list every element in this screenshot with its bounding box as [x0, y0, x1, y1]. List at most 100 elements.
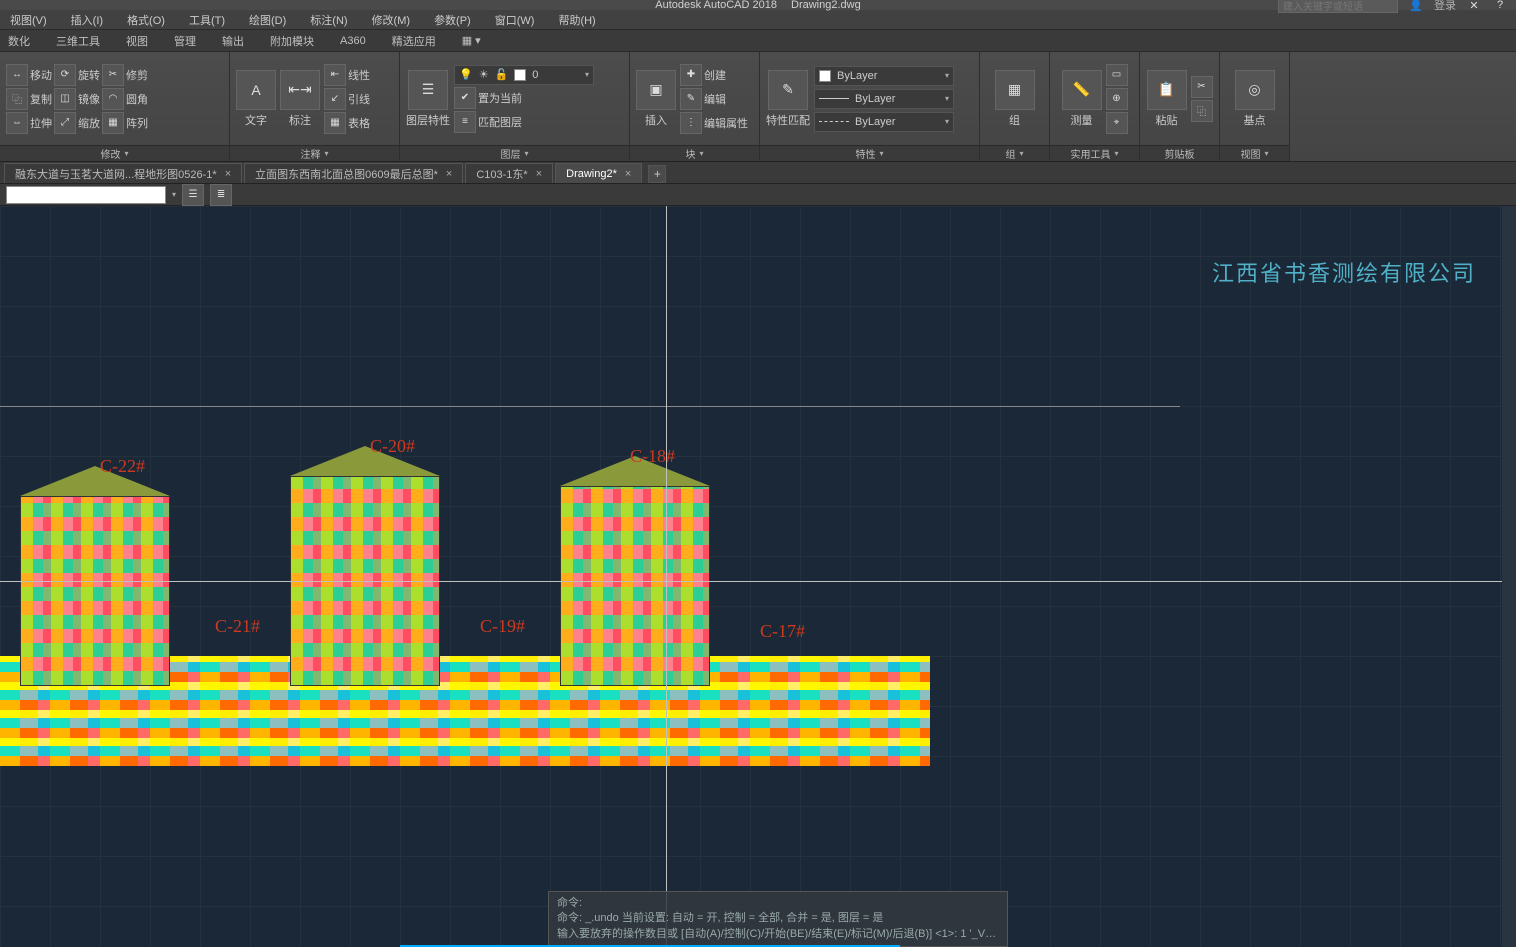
doc-tab-1-label: 立面图东西南北面总图0609最后总图* [255, 166, 438, 182]
menu-insert[interactable]: 插入(I) [65, 10, 109, 30]
close-icon[interactable]: × [625, 168, 631, 180]
vertical-scrollbar[interactable] [1502, 206, 1516, 947]
matchprops-icon[interactable]: ✎ [768, 70, 808, 110]
app-name: Autodesk AutoCAD 2018 [655, 0, 777, 11]
guide-line [0, 406, 1180, 407]
move-icon[interactable]: ↔ [6, 64, 28, 86]
menu-dimension[interactable]: 标注(N) [304, 10, 353, 30]
setcurrent-icon[interactable]: ✔ [454, 87, 476, 109]
chevron-down-icon[interactable]: ▾ [1264, 149, 1268, 158]
menu-tools[interactable]: 工具(T) [183, 10, 231, 30]
paste-icon[interactable]: 📋 [1147, 70, 1187, 110]
menu-draw[interactable]: 绘图(D) [243, 10, 292, 30]
linetype-dropdown[interactable]: ByLayer▾ [814, 112, 954, 132]
menu-window[interactable]: 窗口(W) [489, 10, 541, 30]
blockedit-icon[interactable]: ✎ [680, 88, 702, 110]
new-tab-button[interactable]: + [648, 165, 666, 183]
menu-view[interactable]: 视图(V) [4, 10, 53, 30]
blockattr-label: 编辑属性 [704, 115, 748, 131]
layer-dropdown[interactable]: 💡 ☀ 🔓 0 ▾ [454, 65, 594, 85]
chevron-down-icon[interactable]: ▾ [1114, 149, 1118, 158]
text-icon[interactable]: A [236, 70, 276, 110]
chevron-down-icon[interactable]: ▾ [1019, 149, 1023, 158]
mirror-icon[interactable]: ◫ [54, 88, 76, 110]
ribbon-tab-7[interactable]: 精选应用 [388, 31, 440, 51]
chevron-down-icon[interactable]: ▾ [524, 149, 528, 158]
copy-icon[interactable]: ⿻ [6, 88, 28, 110]
ribbon-tab-1[interactable]: 三维工具 [52, 31, 104, 51]
leader-icon[interactable]: ↙ [324, 88, 346, 110]
basepoint-icon[interactable]: ◎ [1235, 70, 1275, 110]
ribbon-tab-apps-icon[interactable]: ▦ ▾ [458, 32, 485, 49]
lineweight-dropdown[interactable]: ByLayer▾ [814, 89, 954, 109]
layer-state-icon[interactable]: ☰ [182, 184, 204, 206]
measure-icon[interactable]: 📏 [1062, 70, 1102, 110]
color-swatch [819, 70, 831, 82]
doc-tab-1[interactable]: 立面图东西南北面总图0609最后总图* × [244, 163, 463, 183]
panel-block-label: 块 [685, 146, 695, 161]
array-icon[interactable]: ▦ [102, 112, 124, 134]
doc-tab-2[interactable]: C103-1东*× [465, 163, 553, 183]
rotate-icon[interactable]: ⟳ [54, 64, 76, 86]
ribbon-tab-4[interactable]: 输出 [218, 31, 248, 51]
panel-annotate: A 文字 ⇤⇥ 标注 ⇤线性 ↙引线 ▦表格 注释▾ [230, 52, 400, 161]
menu-parametric[interactable]: 参数(P) [428, 10, 477, 30]
menu-modify[interactable]: 修改(M) [366, 10, 417, 30]
login-link[interactable]: 登录 [1434, 0, 1456, 13]
close-icon[interactable]: × [536, 168, 542, 180]
close-icon[interactable]: × [446, 168, 452, 180]
search-input[interactable]: 建入关键字或短语 [1278, 0, 1398, 13]
table-icon[interactable]: ▦ [324, 112, 346, 134]
blockcreate-icon[interactable]: ✚ [680, 64, 702, 86]
chevron-down-icon[interactable]: ▾ [124, 149, 128, 158]
copyclip-icon[interactable]: ⿻ [1191, 100, 1213, 122]
leader-label: 引线 [348, 91, 370, 107]
blockattr-icon[interactable]: ⋮ [680, 112, 702, 134]
current-file: Drawing2.dwg [791, 0, 861, 11]
ribbon-tab-6[interactable]: A360 [336, 33, 370, 49]
command-window[interactable]: 命令: 命令: _.undo 当前设置: 自动 = 开, 控制 = 全部, 合并… [548, 891, 1008, 947]
panel-modify-label: 修改 [100, 146, 120, 161]
ribbon-tab-0[interactable]: 数化 [4, 31, 34, 51]
cut-icon[interactable]: ✂ [1191, 76, 1213, 98]
rotate-label: 旋转 [78, 67, 100, 83]
color-dropdown[interactable]: ByLayer▾ [814, 66, 954, 86]
doc-tab-3[interactable]: Drawing2* × [555, 163, 642, 183]
menu-format[interactable]: 格式(O) [121, 10, 171, 30]
dim-icon[interactable]: ⇤⇥ [280, 70, 320, 110]
chevron-down-icon[interactable]: ▾ [324, 149, 328, 158]
util-icon-2[interactable]: ⊕ [1106, 88, 1128, 110]
scale-icon[interactable]: ⤢ [54, 112, 76, 134]
panel-properties-label: 特性 [855, 146, 875, 161]
layerprops-icon[interactable]: ☰ [408, 70, 448, 110]
drawing-canvas[interactable]: C-22# C-20# C-18# C-21# C-19# C-17# 江西省书… [0, 206, 1516, 947]
chevron-down-icon[interactable]: ▾ [172, 190, 176, 199]
tower-c18 [560, 456, 710, 686]
layer-iso-icon[interactable]: ≣ [210, 184, 232, 206]
layer-quick-dropdown[interactable] [6, 186, 166, 204]
util-icon-3[interactable]: ⌖ [1106, 112, 1128, 134]
util-icon-1[interactable]: ▭ [1106, 64, 1128, 86]
ribbon-tab-5[interactable]: 附加模块 [266, 31, 318, 51]
setcurrent-label: 置为当前 [478, 90, 522, 106]
trim-icon[interactable]: ✂ [102, 64, 124, 86]
chevron-down-icon[interactable]: ▾ [879, 149, 883, 158]
insert-icon[interactable]: ▣ [636, 70, 676, 110]
panel-view: ◎ 基点 视图▾ [1220, 52, 1290, 161]
menu-help[interactable]: 帮助(H) [552, 10, 601, 30]
fillet-icon[interactable]: ◠ [102, 88, 124, 110]
help-icon[interactable]: ? [1492, 0, 1508, 13]
close-icon[interactable]: × [225, 168, 231, 180]
doc-tab-3-label: Drawing2* [566, 168, 617, 180]
matchlayer-icon[interactable]: ≡ [454, 111, 476, 133]
linear-icon[interactable]: ⇤ [324, 64, 346, 86]
ribbon-tab-2[interactable]: 视图 [122, 31, 152, 51]
measure-label: 测量 [1071, 112, 1093, 128]
stretch-icon[interactable]: ⇔ [6, 112, 28, 134]
user-icon: 👤 [1408, 0, 1424, 13]
exchange-icon[interactable]: ✕ [1466, 0, 1482, 13]
group-icon[interactable]: ▦ [995, 70, 1035, 110]
chevron-down-icon[interactable]: ▾ [699, 149, 703, 158]
ribbon-tab-3[interactable]: 管理 [170, 31, 200, 51]
doc-tab-0[interactable]: 融东大道与玉茗大道网...程地形图0526-1*× [4, 163, 242, 183]
